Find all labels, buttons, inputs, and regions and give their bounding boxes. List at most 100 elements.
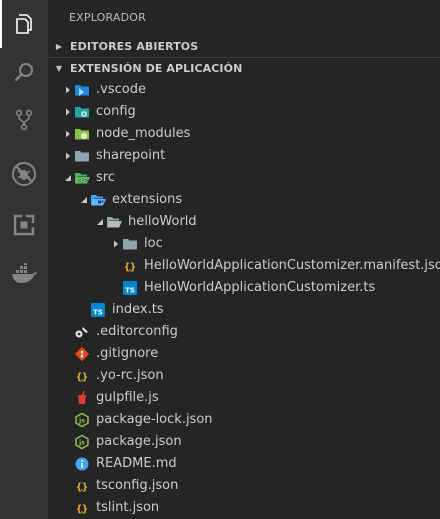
tree-item[interactable]: .editorconfig (48, 321, 440, 343)
docker-icon (10, 263, 38, 285)
tree-item-label: .vscode (96, 82, 146, 97)
tree-item[interactable]: {} HelloWorldApplicationCustomizer.manife… (48, 255, 440, 277)
tree-item[interactable]: </> src (48, 167, 440, 189)
tree-item[interactable]: gulpfile.js (48, 387, 440, 409)
tree-item-label: loc (144, 236, 163, 251)
tree-item[interactable]: .gitignore (48, 343, 440, 365)
tree-item-label: node_modules (96, 126, 191, 141)
chevron-right-icon (62, 145, 74, 167)
tree-item-label: tsconfig.json (96, 478, 179, 493)
explorer-activity-button[interactable] (0, 0, 48, 48)
svg-text:</>: </> (78, 178, 89, 185)
tree-item-label: package.json (96, 434, 182, 449)
tree-item-label: helloWorld (128, 214, 197, 229)
json-icon: {} (74, 368, 90, 384)
source-control-activity-button[interactable] (0, 96, 48, 144)
gulp-icon (74, 390, 90, 406)
svg-text:js: js (78, 440, 85, 447)
chevron-right-icon (62, 123, 74, 145)
tree-item[interactable]: config (48, 101, 440, 123)
chevron-right-icon (62, 79, 74, 101)
tree-item[interactable]: {} tsconfig.json (48, 475, 440, 497)
svg-text:{}: {} (76, 482, 88, 493)
source-control-icon (12, 108, 36, 132)
tree-item[interactable]: {} .yo-rc.json (48, 365, 440, 387)
debug-icon (11, 161, 37, 187)
chevron-down-icon: ▼ (55, 63, 63, 73)
tree-item-label: .editorconfig (96, 324, 178, 339)
chevron-down-icon (78, 189, 90, 211)
info-icon (74, 456, 90, 472)
json-icon: {} (74, 500, 90, 516)
tree-item-label: .gitignore (96, 346, 159, 361)
npm-package-icon: js (74, 412, 90, 428)
debug-activity-button[interactable] (0, 150, 48, 198)
tree-item-label: .yo-rc.json (96, 368, 164, 383)
tree-item-label: index.ts (112, 302, 164, 317)
tree-item-label: HelloWorldApplicationCustomizer.ts (144, 280, 376, 295)
tree-item[interactable]: README.md (48, 453, 440, 475)
src-folder-icon: </> (74, 170, 90, 186)
chevron-down-icon (62, 167, 74, 189)
svg-text:{}: {} (76, 504, 88, 515)
tree-item-label: HelloWorldApplicationCustomizer.manifest… (144, 258, 440, 273)
explorer-sidebar: EXPLORADOR ▶ EDITORES ABIERTOS ▼ EXTENSI… (48, 0, 440, 519)
vscode-folder-icon (74, 82, 90, 98)
npm-package-icon: js (74, 434, 90, 450)
chevron-right-icon (110, 233, 122, 255)
tree-item[interactable]: js package-lock.json (48, 409, 440, 431)
tree-item[interactable]: js package.json (48, 431, 440, 453)
tree-item[interactable]: TS index.ts (48, 299, 440, 321)
extensions-folder-icon (90, 192, 106, 208)
tree-item[interactable]: extensions (48, 189, 440, 211)
extensions-activity-button[interactable] (0, 201, 48, 249)
tree-item-label: sharepoint (96, 148, 166, 163)
files-icon (12, 12, 36, 36)
tree-item-label: src (96, 170, 115, 185)
folder-open-icon (106, 214, 122, 230)
tree-item-label: extensions (112, 192, 183, 207)
svg-text:js: js (78, 418, 85, 425)
section-open-editors-label: EDITORES ABIERTOS (70, 39, 199, 53)
tree-item[interactable]: loc (48, 233, 440, 255)
typescript-icon: TS (122, 280, 138, 296)
tree-item[interactable]: TS HelloWorldApplicationCustomizer.ts (48, 277, 440, 299)
tree-item[interactable]: .vscode (48, 79, 440, 101)
section-open-editors[interactable]: ▶ EDITORES ABIERTOS (48, 35, 440, 57)
typescript-icon: TS (90, 302, 106, 318)
search-icon (12, 60, 36, 84)
tree-item-label: config (96, 104, 136, 119)
tree-item[interactable]: node_modules (48, 123, 440, 145)
activity-bar (0, 0, 48, 519)
tree-item-label: README.md (96, 456, 177, 471)
node-folder-icon (74, 126, 90, 142)
chevron-down-icon (94, 211, 106, 233)
tree-item[interactable]: {} tslint.json (48, 497, 440, 519)
folder-icon (74, 148, 90, 164)
docker-activity-button[interactable] (0, 250, 48, 298)
tree-item[interactable]: sharepoint (48, 145, 440, 167)
tree-item-label: gulpfile.js (96, 390, 159, 405)
tree-item-label: package-lock.json (96, 412, 213, 427)
json-icon: {} (74, 478, 90, 494)
section-workspace[interactable]: ▼ EXTENSIÓN DE APLICACIÓN (48, 57, 440, 79)
config-folder-icon (74, 104, 90, 120)
svg-text:{}: {} (124, 262, 136, 273)
tree-item[interactable]: helloWorld (48, 211, 440, 233)
chevron-right-icon: ▶ (55, 41, 63, 51)
extensions-icon (12, 213, 36, 237)
svg-text:TS: TS (125, 287, 135, 295)
folder-icon (122, 236, 138, 252)
section-workspace-label: EXTENSIÓN DE APLICACIÓN (70, 61, 243, 75)
svg-text:TS: TS (93, 309, 103, 317)
search-activity-button[interactable] (0, 48, 48, 96)
